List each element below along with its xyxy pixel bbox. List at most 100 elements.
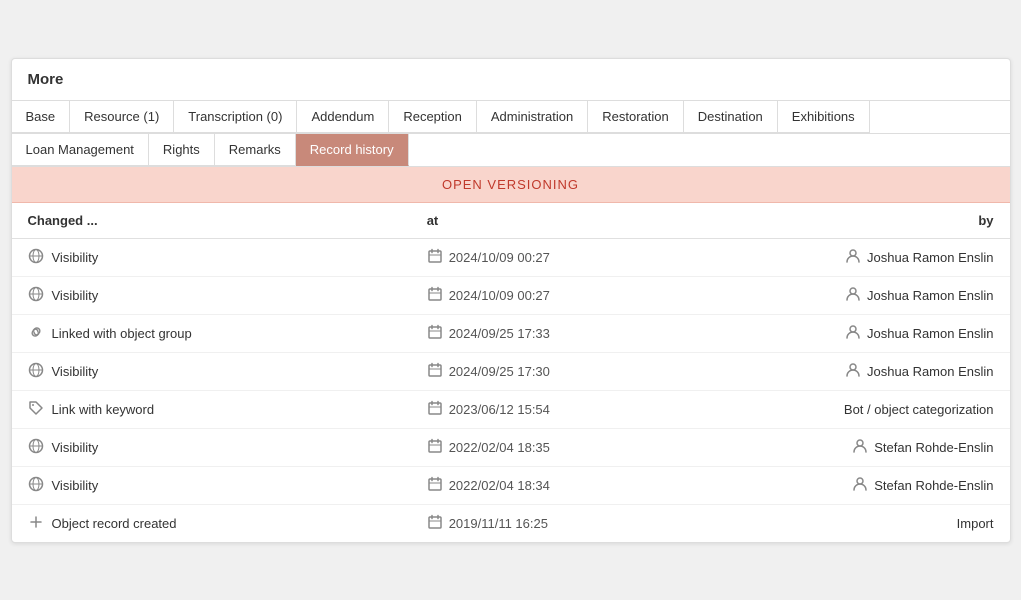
user-icon-6: [852, 476, 868, 495]
calendar-icon-5: [427, 438, 443, 457]
user-icon-5: [852, 438, 868, 457]
at-text-6: 2022/02/04 18:34: [449, 478, 550, 493]
at-text-7: 2019/11/11 16:25: [449, 516, 548, 531]
row-icon-5: [28, 438, 44, 457]
user-icon-0: [845, 248, 861, 267]
user-icon-3: [845, 362, 861, 381]
at-text-0: 2024/10/09 00:27: [449, 250, 550, 265]
tab-row1-2[interactable]: Transcription (0): [174, 101, 297, 133]
tab-row1-1[interactable]: Resource (1): [70, 101, 174, 133]
header-title: More: [28, 71, 64, 88]
cell-changed-5: Visibility: [12, 428, 411, 466]
tabs-row-1: BaseResource (1)Transcription (0)Addendu…: [12, 101, 1010, 134]
user-icon-1: [845, 286, 861, 305]
cell-changed-7: Object record created: [12, 504, 411, 542]
row-icon-4: [28, 400, 44, 419]
cell-by-0: Joshua Ramon Enslin: [710, 238, 1009, 276]
tab-row2-0[interactable]: Loan Management: [12, 134, 149, 166]
at-text-4: 2023/06/12 15:54: [449, 402, 550, 417]
at-text-5: 2022/02/04 18:35: [449, 440, 550, 455]
col-header-changed: Changed ...: [12, 203, 411, 239]
changed-icon-7: Object record created: [28, 514, 177, 533]
tab-row1-7[interactable]: Destination: [684, 101, 778, 133]
tab-row1-4[interactable]: Reception: [389, 101, 477, 133]
cell-by-3: Joshua Ramon Enslin: [710, 352, 1009, 390]
tab-row2-3[interactable]: Record history: [296, 134, 409, 166]
cell-at-0: 2024/10/09 00:27: [411, 238, 710, 276]
cell-changed-2: Linked with object group: [12, 314, 411, 352]
tab-row2-1[interactable]: Rights: [149, 134, 215, 166]
calendar-icon-6: [427, 476, 443, 495]
by-text-7: Import: [957, 516, 994, 531]
by-text-6: Stefan Rohde-Enslin: [874, 478, 993, 493]
tab-row1-3[interactable]: Addendum: [297, 101, 389, 133]
at-cell-7: 2019/11/11 16:25: [427, 514, 548, 533]
at-cell-2: 2024/09/25 17:33: [427, 324, 550, 343]
cell-by-7: Import: [710, 504, 1009, 542]
row-icon-3: [28, 362, 44, 381]
cell-changed-3: Visibility: [12, 352, 411, 390]
at-cell-3: 2024/09/25 17:30: [427, 362, 550, 381]
table-row: Linked with object group 2024/09/25 17:3…: [12, 314, 1010, 352]
by-cell-1: Joshua Ramon Enslin: [845, 286, 993, 305]
table-row: Visibility 2024/10/09 00:27 Joshua Ramon…: [12, 238, 1010, 276]
changed-icon-0: Visibility: [28, 248, 99, 267]
col-header-at: at: [411, 203, 710, 239]
by-text-0: Joshua Ramon Enslin: [867, 250, 993, 265]
by-text-2: Joshua Ramon Enslin: [867, 326, 993, 341]
main-card: More BaseResource (1)Transcription (0)Ad…: [11, 58, 1011, 543]
row-icon-2: [28, 324, 44, 343]
card-header: More: [12, 59, 1010, 101]
user-icon-2: [845, 324, 861, 343]
changed-text-2: Linked with object group: [52, 326, 192, 341]
changed-text-6: Visibility: [52, 478, 99, 493]
cell-by-1: Joshua Ramon Enslin: [710, 276, 1009, 314]
cell-at-2: 2024/09/25 17:33: [411, 314, 710, 352]
cell-by-4: Bot / object categorization: [710, 390, 1009, 428]
changed-text-5: Visibility: [52, 440, 99, 455]
by-cell-2: Joshua Ramon Enslin: [845, 324, 993, 343]
changed-icon-6: Visibility: [28, 476, 99, 495]
cell-by-5: Stefan Rohde-Enslin: [710, 428, 1009, 466]
table-row: Visibility 2022/02/04 18:34 Stefan Rohde…: [12, 466, 1010, 504]
content-area: OPEN VERSIONING Changed ... at by Visibi…: [12, 167, 1010, 542]
cell-at-7: 2019/11/11 16:25: [411, 504, 710, 542]
changed-text-7: Object record created: [52, 516, 177, 531]
cell-by-6: Stefan Rohde-Enslin: [710, 466, 1009, 504]
table-row: Link with keyword 2023/06/12 15:54 Bot /…: [12, 390, 1010, 428]
calendar-icon-1: [427, 286, 443, 305]
by-text-4: Bot / object categorization: [844, 402, 994, 417]
at-text-3: 2024/09/25 17:30: [449, 364, 550, 379]
tab-row2-2[interactable]: Remarks: [215, 134, 296, 166]
table-row: Visibility 2024/10/09 00:27 Joshua Ramon…: [12, 276, 1010, 314]
row-icon-1: [28, 286, 44, 305]
at-cell-0: 2024/10/09 00:27: [427, 248, 550, 267]
tabs-row-2: Loan ManagementRightsRemarksRecord histo…: [12, 134, 1010, 167]
cell-changed-4: Link with keyword: [12, 390, 411, 428]
cell-by-2: Joshua Ramon Enslin: [710, 314, 1009, 352]
calendar-icon-7: [427, 514, 443, 533]
cell-at-1: 2024/10/09 00:27: [411, 276, 710, 314]
changed-text-0: Visibility: [52, 250, 99, 265]
col-header-by: by: [710, 203, 1009, 239]
cell-changed-6: Visibility: [12, 466, 411, 504]
table-row: Object record created 2019/11/11 16:25 I…: [12, 504, 1010, 542]
tab-row1-0[interactable]: Base: [12, 101, 71, 133]
changed-icon-4: Link with keyword: [28, 400, 155, 419]
row-icon-7: [28, 514, 44, 533]
cell-at-6: 2022/02/04 18:34: [411, 466, 710, 504]
at-cell-5: 2022/02/04 18:35: [427, 438, 550, 457]
cell-changed-0: Visibility: [12, 238, 411, 276]
tab-row1-6[interactable]: Restoration: [588, 101, 683, 133]
tab-row1-8[interactable]: Exhibitions: [778, 101, 870, 133]
calendar-icon-2: [427, 324, 443, 343]
table-row: Visibility 2024/09/25 17:30 Joshua Ramon…: [12, 352, 1010, 390]
calendar-icon-4: [427, 400, 443, 419]
calendar-icon-0: [427, 248, 443, 267]
cell-at-3: 2024/09/25 17:30: [411, 352, 710, 390]
at-text-1: 2024/10/09 00:27: [449, 288, 550, 303]
changed-icon-1: Visibility: [28, 286, 99, 305]
cell-at-4: 2023/06/12 15:54: [411, 390, 710, 428]
tab-row1-5[interactable]: Administration: [477, 101, 588, 133]
cell-changed-1: Visibility: [12, 276, 411, 314]
